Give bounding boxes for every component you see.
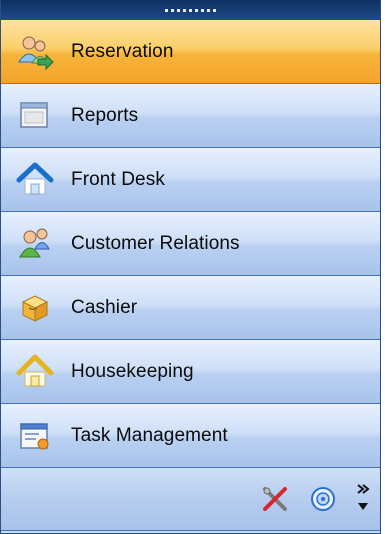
resize-grip[interactable] [1,0,380,20]
nav-item-label: Cashier [71,296,138,318]
nav-item-task-management[interactable]: Task Management [1,404,380,468]
tools-icon[interactable] [258,482,292,516]
nav-item-label: Front Desk [71,168,165,190]
navigation-pane: Reservation Reports Front Desk Customer … [0,0,381,534]
settings-disc-icon[interactable] [306,482,340,516]
nav-item-label: Task Management [71,424,228,446]
nav-item-label: Housekeeping [71,360,194,382]
nav-item-reports[interactable]: Reports [1,84,380,148]
nav-item-label: Reservation [71,40,174,62]
nav-item-customer-relations[interactable]: Customer Relations [1,212,380,276]
nav-item-front-desk[interactable]: Front Desk [1,148,380,212]
people-arrow-icon [15,32,55,72]
nav-item-label: Reports [71,104,139,126]
people-icon [15,224,55,264]
nav-item-label: Customer Relations [71,232,240,254]
nav-item-cashier[interactable]: Cashier [1,276,380,340]
overflow-chevron-icon[interactable] [354,479,372,519]
cash-box-icon [15,288,55,328]
nav-item-housekeeping[interactable]: Housekeeping [1,340,380,404]
report-window-icon [15,96,55,136]
house-blue-icon [15,160,55,200]
task-window-icon [15,416,55,456]
grip-dots [165,8,216,12]
navigation-toolbar [1,468,380,531]
nav-item-reservation[interactable]: Reservation [1,20,380,84]
house-yellow-icon [15,352,55,392]
